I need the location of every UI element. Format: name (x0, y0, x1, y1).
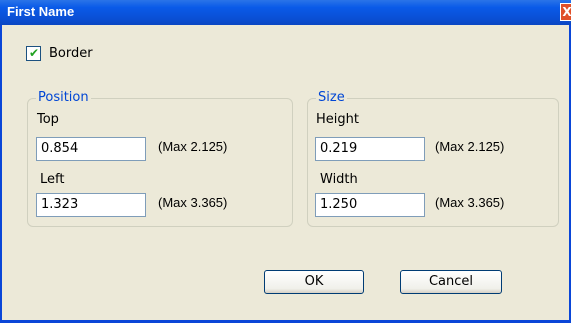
position-group-title: Position (36, 90, 91, 105)
cancel-button[interactable]: Cancel (400, 270, 502, 294)
size-group-title: Size (316, 90, 347, 105)
window-title: First Name (7, 4, 75, 19)
top-input[interactable]: 0.854 (36, 137, 146, 161)
left-input[interactable]: 1.323 (36, 193, 146, 217)
close-icon[interactable]: X (560, 3, 571, 21)
dialog-window: First Name X ✔ Border Position Top 0.854… (0, 0, 571, 323)
width-input[interactable]: 1.250 (315, 193, 425, 217)
top-label: Top (37, 112, 59, 127)
title-bar[interactable]: First Name X (0, 0, 571, 25)
close-glyph: X (562, 5, 571, 19)
checkmark-icon: ✔ (29, 46, 40, 60)
left-max-label: (Max 3.365) (158, 195, 228, 210)
height-max-label: (Max 2.125) (435, 139, 505, 154)
border-checkbox-label: Border (49, 46, 93, 61)
border-checkbox[interactable]: ✔ (26, 46, 41, 61)
height-label: Height (316, 112, 359, 127)
width-max-label: (Max 3.365) (435, 195, 505, 210)
height-input[interactable]: 0.219 (315, 137, 425, 161)
left-label: Left (40, 172, 65, 187)
top-max-label: (Max 2.125) (158, 139, 228, 154)
width-label: Width (320, 172, 358, 187)
ok-button[interactable]: OK (264, 270, 364, 294)
